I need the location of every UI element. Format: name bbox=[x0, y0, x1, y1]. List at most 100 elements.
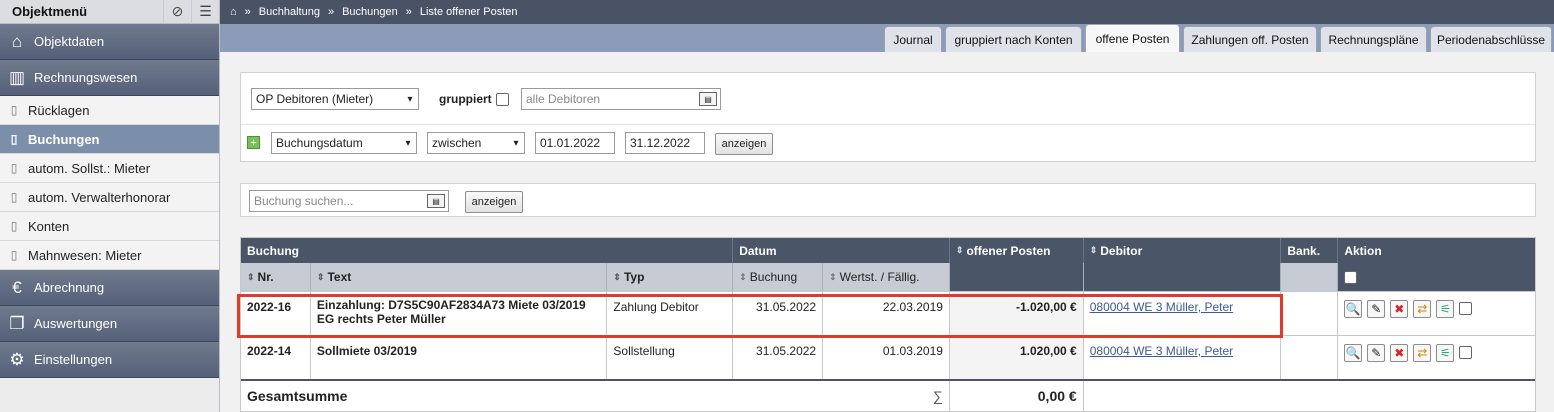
grouped-checkbox[interactable] bbox=[496, 93, 509, 106]
chevron-down-icon: ▾ bbox=[407, 93, 413, 105]
sidebar-section-label: Objektdaten bbox=[34, 34, 105, 49]
picker-icon[interactable]: ▤ bbox=[699, 92, 717, 106]
document-icon: ▯ bbox=[10, 161, 18, 175]
sum-symbol-icon: ∑ bbox=[932, 388, 943, 404]
pencil-icon[interactable]: ✎ bbox=[1367, 300, 1386, 318]
tab-journal[interactable]: Journal bbox=[884, 26, 942, 52]
cell-bank bbox=[1281, 336, 1339, 379]
sort-icon: ⇕ bbox=[1089, 245, 1098, 255]
visibility-icon[interactable]: ⊘ bbox=[163, 0, 191, 24]
euro-icon: € bbox=[12, 277, 22, 297]
home-icon[interactable]: ⌂ bbox=[230, 6, 237, 18]
sidebar-section-objektdaten[interactable]: ⌂ Objektdaten bbox=[0, 24, 219, 60]
operator-value: zwischen bbox=[432, 136, 482, 150]
breadcrumb-separator: » bbox=[244, 6, 251, 18]
group-header-bank: Bank. bbox=[1281, 238, 1339, 263]
col-header-typ[interactable]: ⇕ Typ bbox=[607, 263, 734, 291]
sidebar-section-einstellungen[interactable]: ⚙ Einstellungen bbox=[0, 342, 219, 378]
show-button[interactable]: anzeigen bbox=[715, 133, 773, 155]
op-type-select[interactable]: OP Debitoren (Mieter) ▾ bbox=[251, 88, 419, 110]
transfer-icon[interactable]: ⇄ bbox=[1413, 300, 1432, 318]
sum-value: 0,00 € bbox=[950, 381, 1084, 411]
sidebar-section-label: Rechnungswesen bbox=[34, 70, 138, 85]
tab-strip: Journal gruppiert nach Konten offene Pos… bbox=[220, 24, 1554, 52]
sort-icon: ⇕ bbox=[955, 245, 964, 255]
col-header-select-all bbox=[1338, 263, 1536, 291]
table-row[interactable]: 2022-14 Sollmiete 03/2019 Sollstellung 3… bbox=[241, 335, 1535, 379]
sidebar-item-label: Konten bbox=[28, 218, 70, 234]
transfer-icon[interactable]: ⇄ bbox=[1413, 344, 1432, 362]
select-all-checkbox[interactable] bbox=[1344, 270, 1358, 284]
col-header-nr[interactable]: ⇕ Nr. bbox=[241, 263, 311, 291]
main-content: OP Debitoren (Mieter) ▾ gruppiert alle D… bbox=[220, 52, 1554, 412]
group-header-label: Debitor bbox=[1100, 243, 1143, 258]
sidebar-section-label: Abrechnung bbox=[34, 280, 105, 295]
sidebar-item-mahnwesen[interactable]: ▯ Mahnwesen: Mieter bbox=[0, 241, 219, 270]
operator-select[interactable]: zwischen ▾ bbox=[427, 132, 525, 154]
split-icon[interactable]: ⚟ bbox=[1436, 300, 1455, 318]
cell-debitor: 080004 WE 3 Müller, Peter bbox=[1084, 336, 1282, 379]
col-header-text[interactable]: ⇕ Text bbox=[311, 263, 608, 291]
magnify-icon[interactable]: 🔍 bbox=[1344, 344, 1363, 362]
split-icon[interactable]: ⚟ bbox=[1436, 344, 1455, 362]
tab-offene-posten[interactable]: offene Posten bbox=[1085, 24, 1180, 52]
document-icon: ▯ bbox=[10, 219, 18, 233]
documents-icon: ❐ bbox=[9, 313, 25, 333]
breadcrumb-item[interactable]: Buchhaltung bbox=[259, 6, 320, 18]
pencil-icon[interactable]: ✎ bbox=[1367, 344, 1386, 362]
col-header-wertst[interactable]: ⇕ Wertst. / Fällig. bbox=[823, 263, 950, 291]
sidebar-item-label: Rücklagen bbox=[28, 102, 90, 118]
sidebar-section-auswertungen[interactable]: ❐ Auswertungen bbox=[0, 306, 219, 342]
date-from-input[interactable]: 01.01.2022 bbox=[535, 132, 615, 154]
chevron-down-icon: ▾ bbox=[513, 137, 519, 149]
date-from-value: 01.01.2022 bbox=[540, 136, 601, 150]
delete-icon[interactable]: ✖ bbox=[1390, 344, 1409, 362]
picker-icon[interactable]: ▤ bbox=[427, 194, 445, 208]
tab-rechnungsplaene[interactable]: Rechnungspläne bbox=[1320, 26, 1427, 52]
date-field-select[interactable]: Buchungsdatum ▾ bbox=[271, 132, 417, 154]
sidebar-item-label: Mahnwesen: Mieter bbox=[28, 247, 142, 263]
cell-offen: 1.020,00 € bbox=[949, 336, 1084, 379]
delete-icon[interactable]: ✖ bbox=[1390, 300, 1409, 318]
breadcrumb-item[interactable]: Buchungen bbox=[342, 6, 398, 18]
cell-bank bbox=[1281, 292, 1339, 335]
sidebar-section-label: Auswertungen bbox=[34, 316, 118, 331]
col-header-buchung[interactable]: ⇕ Buchung bbox=[733, 263, 824, 291]
sidebar-item-verwalterhonorar[interactable]: ▯ autom. Verwalterhonorar bbox=[0, 183, 219, 212]
debitor-link[interactable]: 080004 WE 3 Müller, Peter bbox=[1090, 344, 1233, 358]
search-show-button[interactable]: anzeigen bbox=[465, 191, 523, 213]
sidebar-item-autom-sollst[interactable]: ▯ autom. Sollst.: Mieter bbox=[0, 154, 219, 183]
tab-periodenabschluesse[interactable]: Periodenabschlüsse bbox=[1430, 26, 1552, 52]
search-input[interactable]: Buchung suchen... ▤ bbox=[249, 190, 449, 212]
row-checkbox[interactable] bbox=[1459, 302, 1473, 315]
document-icon: ▯ bbox=[10, 103, 18, 117]
date-to-input[interactable]: 31.12.2022 bbox=[625, 132, 705, 154]
tab-zahlungen[interactable]: Zahlungen off. Posten bbox=[1183, 26, 1317, 52]
sidebar-section-abrechnung[interactable]: € Abrechnung bbox=[0, 270, 219, 306]
group-header-offen[interactable]: ⇕ offener Posten bbox=[950, 238, 1084, 263]
col-header-blank bbox=[949, 263, 1084, 291]
sum-label: Gesamtsumme bbox=[247, 388, 348, 404]
sidebar-item-konten[interactable]: ▯ Konten bbox=[0, 212, 219, 241]
chevron-down-icon: ▾ bbox=[405, 137, 411, 149]
magnify-icon[interactable]: 🔍 bbox=[1344, 300, 1363, 318]
col-header-label: Wertst. / Fällig. bbox=[839, 270, 920, 284]
sidebar-section-rechnungswesen[interactable]: ▥ Rechnungswesen bbox=[0, 60, 219, 96]
menu-list-icon[interactable]: ☰ bbox=[191, 0, 219, 24]
sort-icon: ⇕ bbox=[316, 271, 325, 282]
add-filter-icon[interactable]: + bbox=[247, 136, 260, 149]
row-checkbox[interactable] bbox=[1459, 346, 1473, 359]
sidebar-section-label: Einstellungen bbox=[34, 352, 113, 367]
sum-label-cell: Gesamtsumme ∑ bbox=[241, 381, 950, 411]
sidebar-item-ruecklagen[interactable]: ▯ Rücklagen bbox=[0, 96, 219, 125]
breadcrumb-separator: » bbox=[405, 6, 412, 18]
sidebar-item-buchungen[interactable]: ▯ Buchungen bbox=[0, 125, 219, 154]
document-icon: ▯ bbox=[10, 132, 18, 146]
tab-gruppiert[interactable]: gruppiert nach Konten bbox=[945, 26, 1082, 52]
debitor-placeholder: alle Debitoren bbox=[526, 92, 601, 106]
col-header-blank bbox=[1083, 263, 1282, 291]
debitor-input[interactable]: alle Debitoren ▤ bbox=[521, 88, 721, 110]
group-header-debitor[interactable]: ⇕ Debitor bbox=[1084, 238, 1282, 263]
group-header-datum: Datum bbox=[733, 238, 950, 263]
sum-row: Gesamtsumme ∑ 0,00 € bbox=[241, 379, 1535, 411]
